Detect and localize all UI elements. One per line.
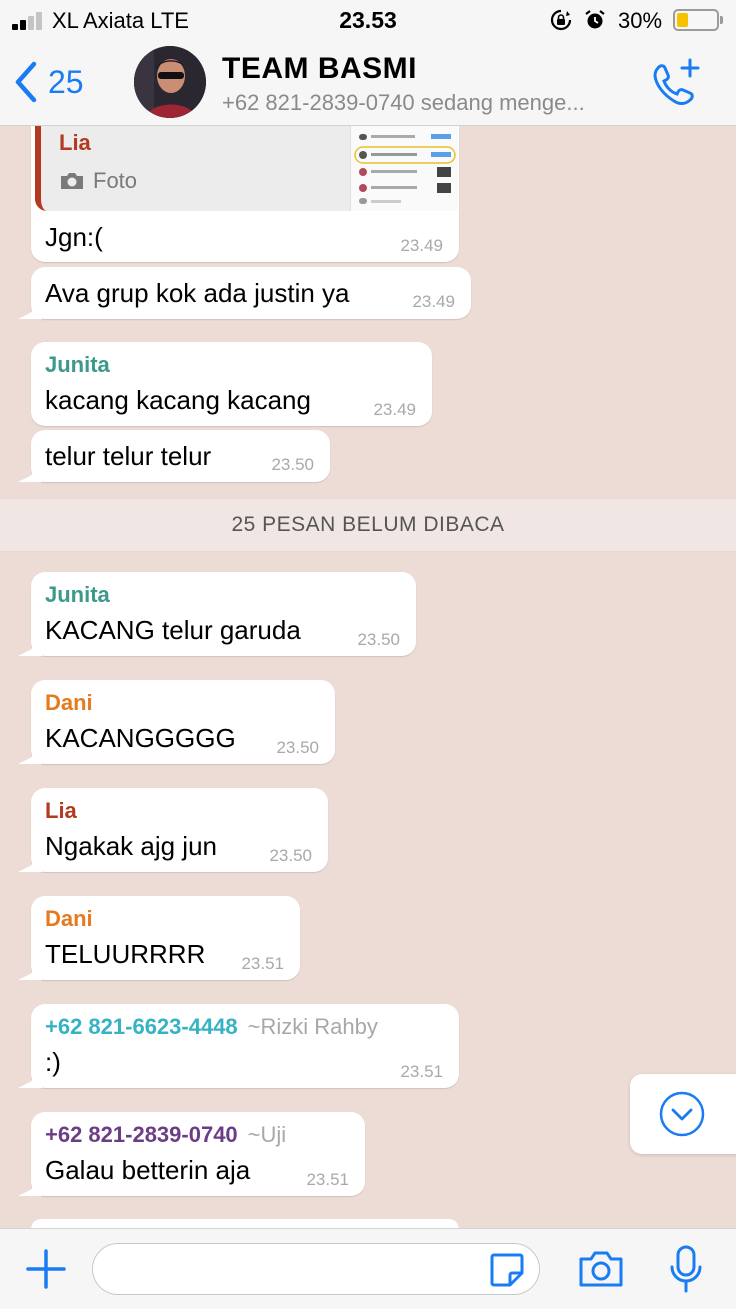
alarm-icon (585, 10, 605, 29)
message-time: 23.49 (400, 236, 443, 255)
message-bubble[interactable]: Junita KACANG telur garuda 23.50 (31, 572, 416, 656)
message-text: KACANG telur garuda (45, 615, 301, 645)
add-call-icon[interactable] (650, 56, 704, 108)
sender-name[interactable]: Junita (45, 582, 110, 608)
back-button[interactable]: 25 (14, 58, 84, 106)
microphone-icon[interactable] (668, 1245, 704, 1295)
message-bubble[interactable]: +62 821-2839-0740 ~Uji Galau betterin aja… (31, 1112, 365, 1196)
battery-percent: 30% (618, 8, 663, 33)
message-bubble[interactable]: Lia Foto Jgn:( 23.49 (31, 126, 459, 262)
typing-status: +62 821-2839-0740 sedang menge... (222, 90, 585, 115)
quoted-sender: Lia (59, 130, 91, 155)
message-time: 23.50 (357, 630, 400, 649)
message-text: :) (45, 1047, 61, 1077)
message-time: 23.51 (241, 954, 284, 973)
camera-icon[interactable] (578, 1249, 624, 1289)
message-text: kacang kacang kacang (45, 385, 311, 415)
sender-name[interactable]: Lia (45, 798, 77, 824)
message-bubble[interactable]: Lia Ngakak ajg jun 23.50 (31, 788, 328, 872)
sender-name[interactable]: Dani (45, 906, 93, 932)
message-bubble[interactable]: +62 821-6623-4448 ~Rizki Rahby :) 23.51 (31, 1004, 459, 1088)
sender-name[interactable]: Junita (45, 352, 110, 378)
message-text: Jgn:( (45, 222, 103, 252)
message-text: TELUURRRR (45, 939, 206, 969)
message-input-bar (0, 1228, 736, 1309)
message-text: KACANGGGGG (45, 723, 236, 753)
message-time: 23.49 (412, 292, 455, 311)
group-title[interactable]: TEAM BASMI (222, 52, 417, 86)
avatar[interactable] (134, 46, 206, 118)
back-chevron-icon (15, 61, 37, 103)
camera-icon (61, 173, 83, 189)
plus-icon[interactable] (24, 1247, 68, 1291)
sticker-icon[interactable] (488, 1251, 526, 1289)
message-text: Ngakak ajg jun (45, 831, 217, 861)
message-bubble[interactable]: Junita kacang kacang kacang 23.49 (31, 342, 432, 426)
status-bar: XL Axiata LTE 23.53 30% (0, 0, 736, 40)
message-input[interactable] (92, 1243, 540, 1295)
quoted-photo-label: Foto (59, 168, 137, 194)
sender-name[interactable]: Dani (45, 690, 93, 716)
message-text: telur telur telur (45, 441, 212, 471)
message-time: 23.50 (269, 846, 312, 865)
message-text: Ava grup kok ada justin ya (45, 278, 350, 308)
sender-name[interactable]: +62 821-6623-4448 ~Rizki Rahby (45, 1014, 378, 1040)
message-text: Galau betterin aja (45, 1155, 251, 1185)
quoted-message[interactable]: Lia Foto (35, 126, 458, 211)
unread-count: 25 (48, 63, 84, 100)
chat-header: 25 TEAM BASMI +62 821-2839-0740 sedang m… (0, 40, 736, 126)
battery-icon (673, 9, 719, 31)
message-bubble[interactable]: Dani TELUURRRR 23.51 (31, 896, 300, 980)
message-time: 23.50 (271, 455, 314, 474)
sender-push-name: ~Uji (247, 1122, 287, 1147)
message-bubble[interactable]: Dani KACANGGGGG 23.50 (31, 680, 335, 764)
sender-push-name: ~Rizki Rahby (247, 1014, 378, 1039)
scroll-to-bottom-button[interactable] (630, 1074, 736, 1154)
chevron-down-icon (659, 1091, 705, 1137)
message-time: 23.50 (276, 738, 319, 757)
message-time: 23.49 (373, 400, 416, 419)
unread-divider: 25 PESAN BELUM DIBACA (0, 498, 736, 552)
message-time: 23.51 (306, 1170, 349, 1189)
sender-name[interactable]: +62 821-2839-0740 ~Uji (45, 1122, 286, 1148)
message-bubble[interactable]: telur telur telur 23.50 (31, 430, 330, 482)
message-time: 23.51 (400, 1062, 443, 1081)
quoted-photo-thumbnail (350, 126, 458, 211)
lock-rotation-icon (550, 9, 572, 31)
message-bubble[interactable]: Ava grup kok ada justin ya 23.49 (31, 267, 471, 319)
